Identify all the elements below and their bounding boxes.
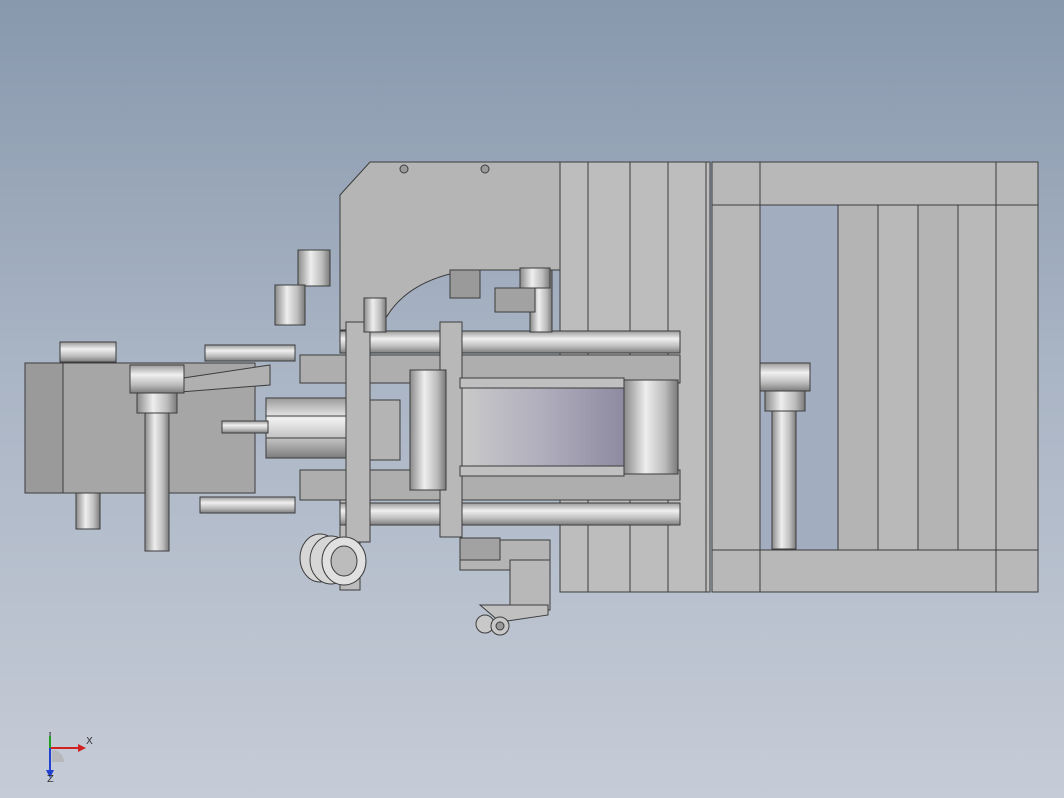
z-axis-label: Z bbox=[47, 774, 54, 782]
lower-wheels bbox=[299, 533, 367, 586]
cad-viewport[interactable]: X Y Z bbox=[0, 0, 1064, 798]
triad-shade bbox=[52, 750, 64, 762]
axis-triad: X Y Z bbox=[46, 732, 93, 782]
mechanical-assembly-model[interactable] bbox=[0, 0, 1064, 798]
drum-roller bbox=[459, 377, 679, 477]
y-axis-label: Y bbox=[46, 732, 54, 739]
x-axis-label: X bbox=[86, 736, 93, 747]
x-axis-arrow bbox=[78, 744, 86, 752]
